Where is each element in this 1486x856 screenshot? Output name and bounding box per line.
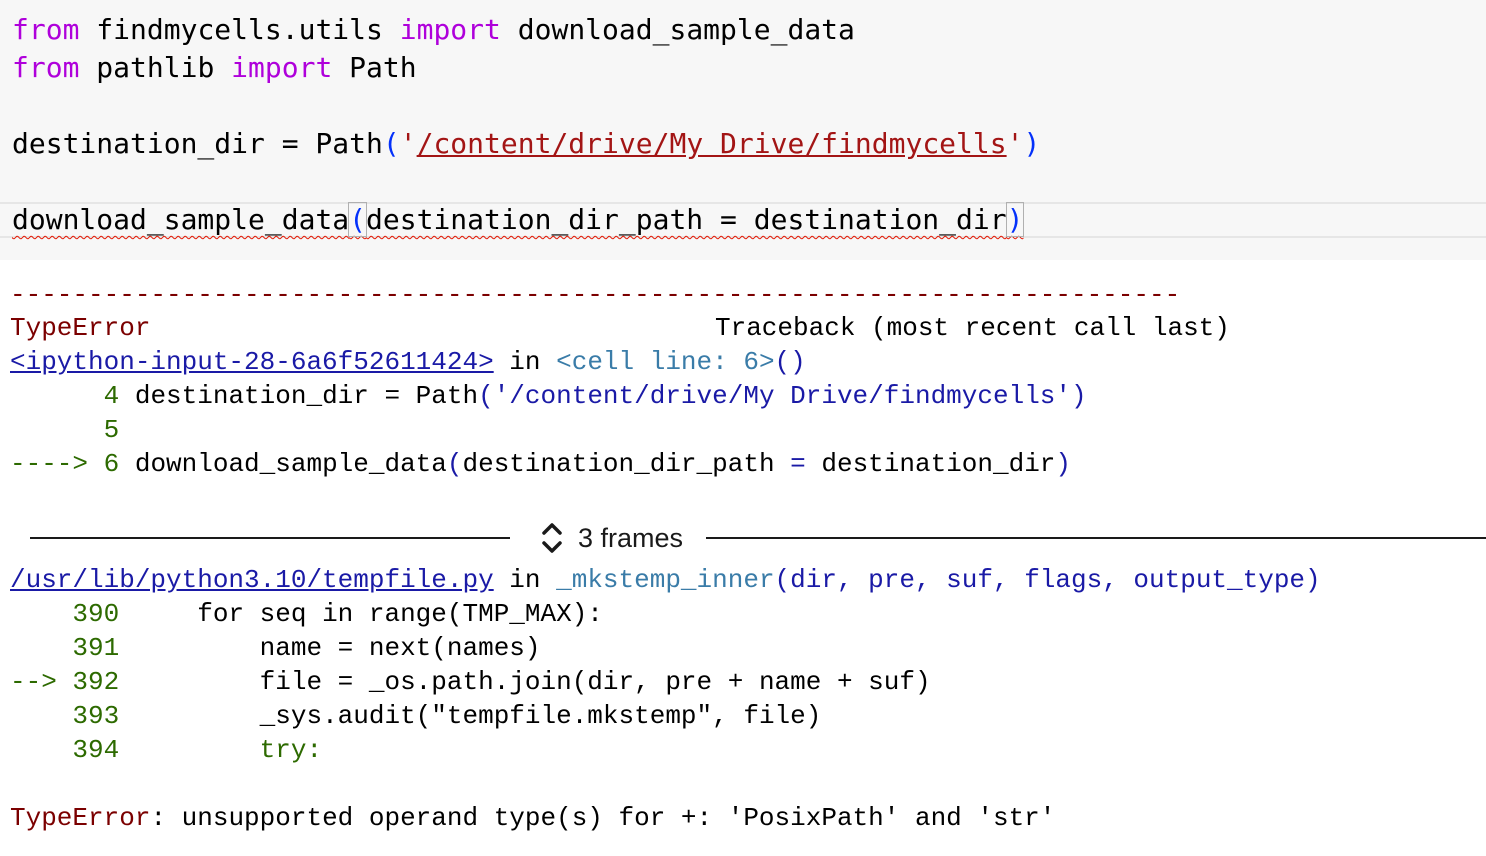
frame-cell-line: <cell line: 6> [556, 347, 775, 377]
code-text: try: [119, 735, 323, 765]
keyword: import [231, 51, 333, 84]
module-name: pathlib [79, 51, 232, 84]
traceback-header-row: TypeError Traceback (most recent call las… [10, 311, 1230, 345]
string-quote: ' [1006, 127, 1024, 160]
open-paren: ( [478, 381, 494, 411]
frame-code-line-current: ----> 6 download_sample_data(destination… [10, 447, 1071, 481]
frame-code-line: 393 _sys.audit("tempfile.mkstemp", file) [10, 699, 821, 733]
line-number: 6 [103, 449, 120, 479]
frame-code-line: 5 [10, 413, 120, 447]
divider [30, 537, 510, 539]
imported-name: Path [332, 51, 417, 84]
frames-count-label: 3 frames [578, 522, 684, 553]
function-call-with-error: download_sample_data(destination_dir_pat… [12, 202, 1025, 237]
imported-name: download_sample_data [500, 13, 855, 46]
code-line-2[interactable]: from pathlib import Path [12, 49, 417, 87]
line-number: 5 [103, 415, 120, 445]
frame-header: /usr/lib/python3.10/tempfile.py in _mkst… [10, 563, 1321, 597]
frame-code-line: 394 try: [10, 733, 322, 767]
frame-args: (dir, pre, suf, flags, output_type) [774, 565, 1321, 595]
keyword: import [399, 13, 501, 46]
frame-function-name: _mkstemp_inner [556, 565, 775, 595]
close-paren: ) [1005, 202, 1025, 237]
chevron-up-down-icon [542, 523, 562, 553]
line-marker [10, 415, 104, 445]
line-marker-arrow: ----> [10, 449, 104, 479]
close-paren: ) [1023, 127, 1041, 160]
expand-frames-button[interactable]: 3 frames [540, 518, 683, 558]
open-paren: ( [446, 449, 463, 479]
error-type: TypeError [10, 313, 151, 343]
frame-parens: () [774, 347, 806, 377]
module-name: findmycells.utils [79, 13, 400, 46]
string-literal: /content/drive/My Drive/findmycells [416, 127, 1007, 160]
close-paren: ) [1055, 449, 1072, 479]
code-text: download_sample_data [119, 449, 447, 479]
code-cell-editor[interactable]: from findmycells.utils import download_s… [0, 0, 1486, 260]
open-paren: ( [348, 202, 368, 237]
equals-operator: = [790, 449, 806, 479]
frame-in: in [493, 347, 557, 377]
function-name: download_sample_data [12, 203, 350, 236]
frame-code-line: 390 for seq in range(TMP_MAX): [10, 597, 603, 631]
divider [706, 537, 1486, 539]
line-marker [10, 599, 72, 629]
frame-header: <ipython-input-28-6a6f52611424> in <cell… [10, 345, 806, 379]
frame-source-link[interactable]: /usr/lib/python3.10/tempfile.py [10, 565, 494, 595]
code-text: name = next(names) [119, 633, 541, 663]
frame-code-line: 391 name = next(names) [10, 631, 541, 665]
code-line-1[interactable]: from findmycells.utils import download_s… [12, 11, 855, 49]
open-paren: ( [382, 127, 400, 160]
function-args: destination_dir_path = destination_dir [366, 203, 1007, 236]
keyword: from [12, 13, 80, 46]
error-message: : unsupported operand type(s) for +: 'Po… [150, 803, 1056, 833]
code-text: destination_dir = Path [119, 381, 479, 411]
close-paren: ) [1071, 381, 1087, 411]
line-marker-arrow: --> [10, 667, 73, 697]
line-number: 391 [72, 633, 120, 663]
line-number: 394 [72, 735, 120, 765]
line-marker [10, 381, 104, 411]
code-line-4[interactable]: download_sample_data(destination_dir_pat… [12, 201, 1025, 239]
line-marker [10, 633, 72, 663]
error-type: TypeError [10, 803, 151, 833]
line-number: 393 [72, 701, 120, 731]
code-text: for seq in range(TMP_MAX): [119, 599, 603, 629]
code-text: destination_dir [805, 449, 1056, 479]
frame-source-link[interactable]: <ipython-input-28-6a6f52611424> [10, 347, 494, 377]
frame-code-line: 4 destination_dir = Path('/content/drive… [10, 379, 1087, 413]
string-literal: '/content/drive/My Drive/findmycells' [493, 381, 1071, 411]
traceback-header: Traceback (most recent call last) [715, 313, 1230, 343]
line-number: 392 [72, 667, 120, 697]
frame-code-line-current: --> 392 file = _os.path.join(dir, pre + … [10, 665, 931, 699]
code-text: destination_dir_path [462, 449, 791, 479]
line-number: 390 [72, 599, 120, 629]
final-error-message: TypeError: unsupported operand type(s) f… [10, 801, 1055, 835]
code-line-3[interactable]: destination_dir = Path('/content/drive/M… [12, 125, 1040, 163]
collapsed-frames-row: 3 frames [30, 518, 1486, 558]
line-number: 4 [103, 381, 120, 411]
code-text: file = _os.path.join(dir, pre + name + s… [119, 667, 931, 697]
line-marker [10, 701, 72, 731]
code-text: _sys.audit("tempfile.mkstemp", file) [119, 701, 822, 731]
line-marker [10, 735, 72, 765]
frame-in: in [493, 565, 557, 595]
assignment: destination_dir = Path [12, 127, 383, 160]
keyword: from [12, 51, 80, 84]
string-quote: ' [399, 127, 417, 160]
traceback-separator: ----------------------------------------… [10, 280, 1181, 310]
